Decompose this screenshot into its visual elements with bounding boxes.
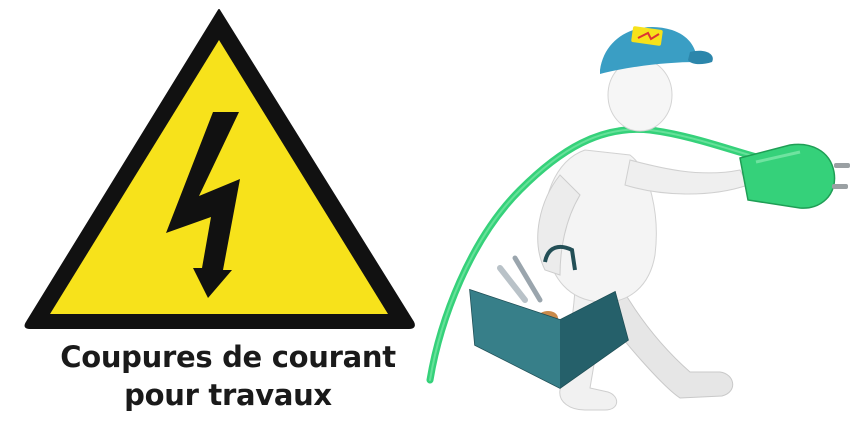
high-voltage-warning-icon bbox=[24, 9, 415, 329]
caption-text: Coupures de courant pour travaux bbox=[18, 338, 438, 414]
electrician-worker-icon bbox=[426, 26, 850, 411]
illustration-scene: Coupures de courant pour travaux bbox=[0, 0, 864, 439]
power-plug-icon bbox=[739, 143, 850, 209]
caption-line-2: pour travaux bbox=[124, 378, 332, 412]
caption-line-1: Coupures de courant bbox=[60, 340, 396, 374]
